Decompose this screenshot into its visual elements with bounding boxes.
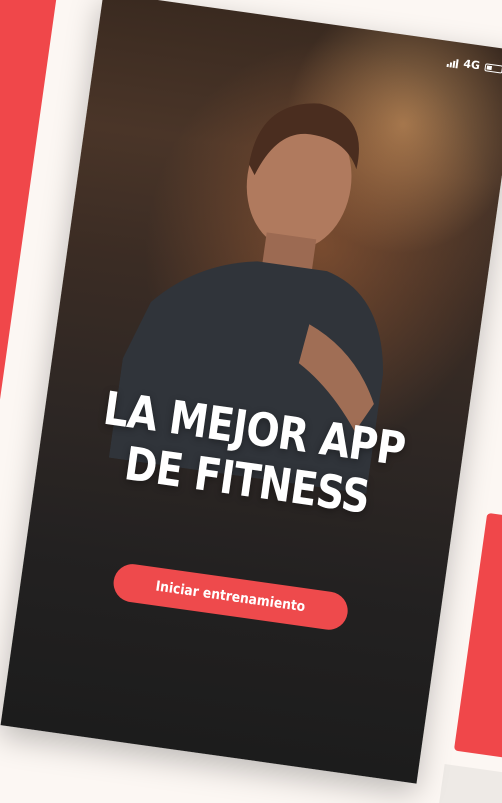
right-phone-base [436,764,502,803]
main-phone-screen: 4G LA MEJOR APP DE FITNESS Iniciar entre… [0,0,502,784]
signal-icon [446,56,460,68]
right-phone-preview [453,512,502,768]
status-bar: 4G [446,55,502,76]
start-training-button[interactable]: Iniciar entrenamiento [111,561,351,633]
battery-icon [484,62,502,74]
showcase-canvas: 4G LA MEJOR APP DE FITNESS Iniciar entre… [0,0,502,803]
network-label: 4G [462,57,481,73]
start-training-label: Iniciar entrenamiento [154,578,307,616]
headline: LA MEJOR APP DE FITNESS [67,378,435,531]
